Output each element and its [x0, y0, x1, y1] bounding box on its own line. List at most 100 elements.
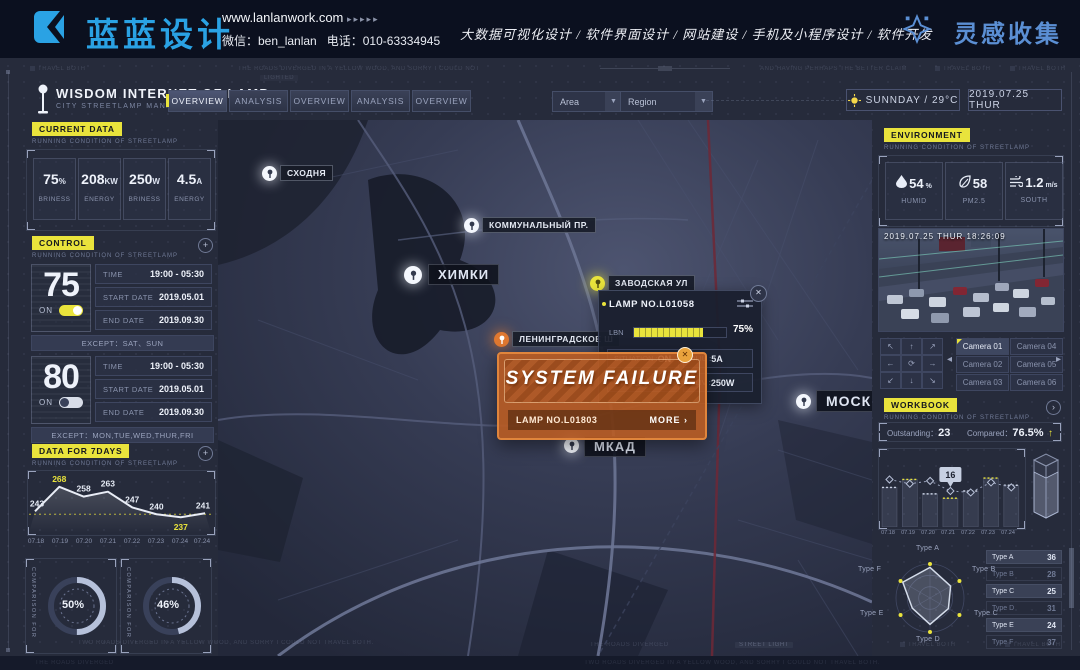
scrollbar-thumb[interactable]	[1069, 548, 1074, 608]
camera-feed[interactable]: 2019.07.25 THUR 18:26:09	[878, 228, 1064, 332]
humidity-card: 54% HUMID	[885, 162, 943, 220]
time-row: TIME19:00 - 05:30	[95, 264, 212, 284]
x-tick: 07.24	[168, 538, 192, 545]
bar-value-tag: 16	[945, 470, 955, 480]
tab-overview-2[interactable]: OVERVIEW	[290, 90, 349, 112]
line-point-label: 258	[77, 484, 91, 494]
camera-06-button[interactable]: Camera 06	[1010, 374, 1063, 391]
map-label[interactable]: МОСКВА	[816, 390, 872, 412]
region-select[interactable]: Region▼	[620, 91, 713, 112]
data7days-add-button[interactable]: +	[198, 446, 213, 461]
decor-top-1: TRAVEL BOTH	[30, 66, 86, 72]
header-connector	[706, 100, 844, 101]
tab-overview-3[interactable]: OVERVIEW	[412, 90, 471, 112]
current-data-title: CURRENT DATA	[32, 122, 122, 136]
date-text: 2019.07.25 THUR	[969, 89, 1061, 111]
lamp-pin[interactable]	[564, 438, 579, 453]
leaf-icon	[959, 175, 971, 188]
collect-label[interactable]: 灵感收集	[954, 14, 1062, 49]
gauge-value: 50%	[62, 599, 84, 611]
workbook-more-button[interactable]: ›	[1046, 400, 1061, 415]
workbook-bar-chart: 16	[880, 449, 1022, 527]
type-row-d[interactable]: Type D31	[986, 601, 1062, 615]
lamp-pin[interactable]	[404, 266, 422, 284]
control-subtitle: RUNNING CONDITION OF STREETLAMP	[32, 253, 178, 259]
lamp-pin[interactable]	[796, 394, 811, 409]
camera-timestamp: 2019.07.25 THUR 18:26:09	[884, 232, 1006, 241]
lamp-pin-icon	[266, 169, 274, 179]
popup-title: LAMP NO.L01058	[609, 299, 695, 310]
camera-prev-button[interactable]: ◂	[947, 354, 952, 365]
weather-text: SUNNDAY / 29°C	[866, 95, 959, 106]
gauge-label: COMPARISON FOR	[125, 567, 131, 638]
metric-card: 250W BRINESS	[123, 158, 166, 220]
line-point-label: 237	[174, 522, 188, 532]
end-date-row: END DATE2019.09.30	[95, 402, 212, 422]
services-list: 大数据可视化设计 / 软件界面设计 / 网站建设 / 手机及小程序设计 / 软件…	[460, 24, 932, 43]
sliders-icon[interactable]	[737, 299, 753, 309]
city-map[interactable]: СХОДНЯ КОММУНАЛЬНЫЙ ПР. ХИМКИ ЗАВОДСКАЯ …	[218, 120, 872, 656]
cube-gauge	[1030, 450, 1062, 522]
radar-axis-label: Type E	[860, 610, 884, 617]
tab-analysis-1[interactable]: ANALYSIS	[229, 90, 288, 112]
pan-up-button[interactable]: ↑	[901, 338, 922, 355]
brightness-box-75: 75 ON	[31, 264, 91, 332]
type-row-c[interactable]: Type C25	[986, 584, 1062, 598]
area-select[interactable]: Area▼	[552, 91, 623, 112]
camera-03-button[interactable]: Camera 03	[956, 374, 1009, 391]
phone: 电话：010-63334945	[327, 34, 440, 48]
droplet-icon	[896, 175, 907, 188]
x-tick: 07.21	[96, 538, 120, 545]
map-label[interactable]: СХОДНЯ	[280, 165, 333, 181]
pan-up-left-button[interactable]: ↖	[880, 338, 901, 355]
more-button[interactable]: MORE ›	[650, 415, 689, 425]
line-point-label: 268	[52, 474, 66, 484]
lamp-pin-icon	[498, 335, 506, 345]
website-url[interactable]: www.lanlanwork.com ▸▸▸▸▸	[222, 10, 380, 25]
decor-bottom-5: TRAVEL BOTH	[1005, 642, 1061, 648]
camera-next-button[interactable]: ▸	[1056, 354, 1061, 365]
control-add-button[interactable]: +	[198, 238, 213, 253]
pan-down-button[interactable]: ↓	[901, 372, 922, 389]
camera-04-button[interactable]: Camera 04	[1010, 338, 1063, 355]
tab-analysis-2[interactable]: ANALYSIS	[351, 90, 410, 112]
map-label[interactable]: ЗАВОДСКАЯ УЛ	[608, 275, 695, 291]
type-row-a[interactable]: Type A36	[986, 550, 1062, 564]
bar-tick: 07.24	[998, 530, 1018, 536]
type-row-e[interactable]: Type E24	[986, 618, 1062, 632]
start-date-row: START DATE2019.05.01	[95, 287, 212, 307]
tab-overview-1[interactable]: OVERVIEW	[168, 90, 227, 112]
schedule-toggle-on[interactable]	[59, 305, 83, 316]
lamp-pin[interactable]	[464, 218, 479, 233]
lamp-pin-failure[interactable]	[494, 332, 509, 347]
metric-card: 208KW ENERGY	[78, 158, 121, 220]
camera-02-button[interactable]: Camera 02	[956, 356, 1009, 373]
compared-label: Compared：	[967, 429, 1012, 438]
camera-01-button[interactable]: Camera 01	[956, 338, 1009, 355]
map-label[interactable]: ХИМКИ	[428, 264, 499, 285]
lamp-pin-warning[interactable]	[590, 276, 605, 291]
schedule-toggle-off[interactable]	[59, 397, 83, 408]
lbn-label: LBN	[609, 328, 624, 337]
contact-line: 微信：ben_lanlan 电话：010-63334945	[222, 32, 440, 49]
reset-view-button[interactable]: ⟳	[901, 355, 922, 372]
current-data-subtitle: RUNNING CONDITION OF STREETLAMP	[32, 139, 178, 145]
type-row-b[interactable]: Type B28	[986, 567, 1062, 581]
popup-close-button[interactable]: ✕	[750, 285, 767, 302]
pan-up-right-button[interactable]: ↗	[922, 338, 943, 355]
pan-down-left-button[interactable]: ↙	[880, 372, 901, 389]
decor-bar-left: THE ROADS DIVERGED	[35, 660, 114, 666]
pm25-card: 58 PM2.5	[945, 162, 1003, 220]
decor-top-5: TRAVEL BOTH	[935, 66, 991, 72]
alert-close-button[interactable]: ✕	[677, 347, 693, 363]
pan-down-right-button[interactable]: ↘	[922, 372, 943, 389]
pan-left-button[interactable]: ←	[880, 355, 901, 372]
pan-right-button[interactable]: →	[922, 355, 943, 372]
line-chart: 243268258263247240237241	[29, 471, 212, 533]
decor-bottom-2: THE ROADS DIVERGED	[590, 642, 669, 648]
map-label[interactable]: КОММУНАЛЬНЫЙ ПР.	[482, 217, 596, 233]
brand-banner: 蓝蓝设计 www.lanlanwork.com ▸▸▸▸▸ 微信：ben_lan…	[0, 0, 1080, 58]
lamp-pin[interactable]	[262, 166, 277, 181]
decor-top-6: TRAVEL BOTH	[1010, 66, 1066, 72]
end-date-row: END DATE2019.09.30	[95, 310, 212, 330]
